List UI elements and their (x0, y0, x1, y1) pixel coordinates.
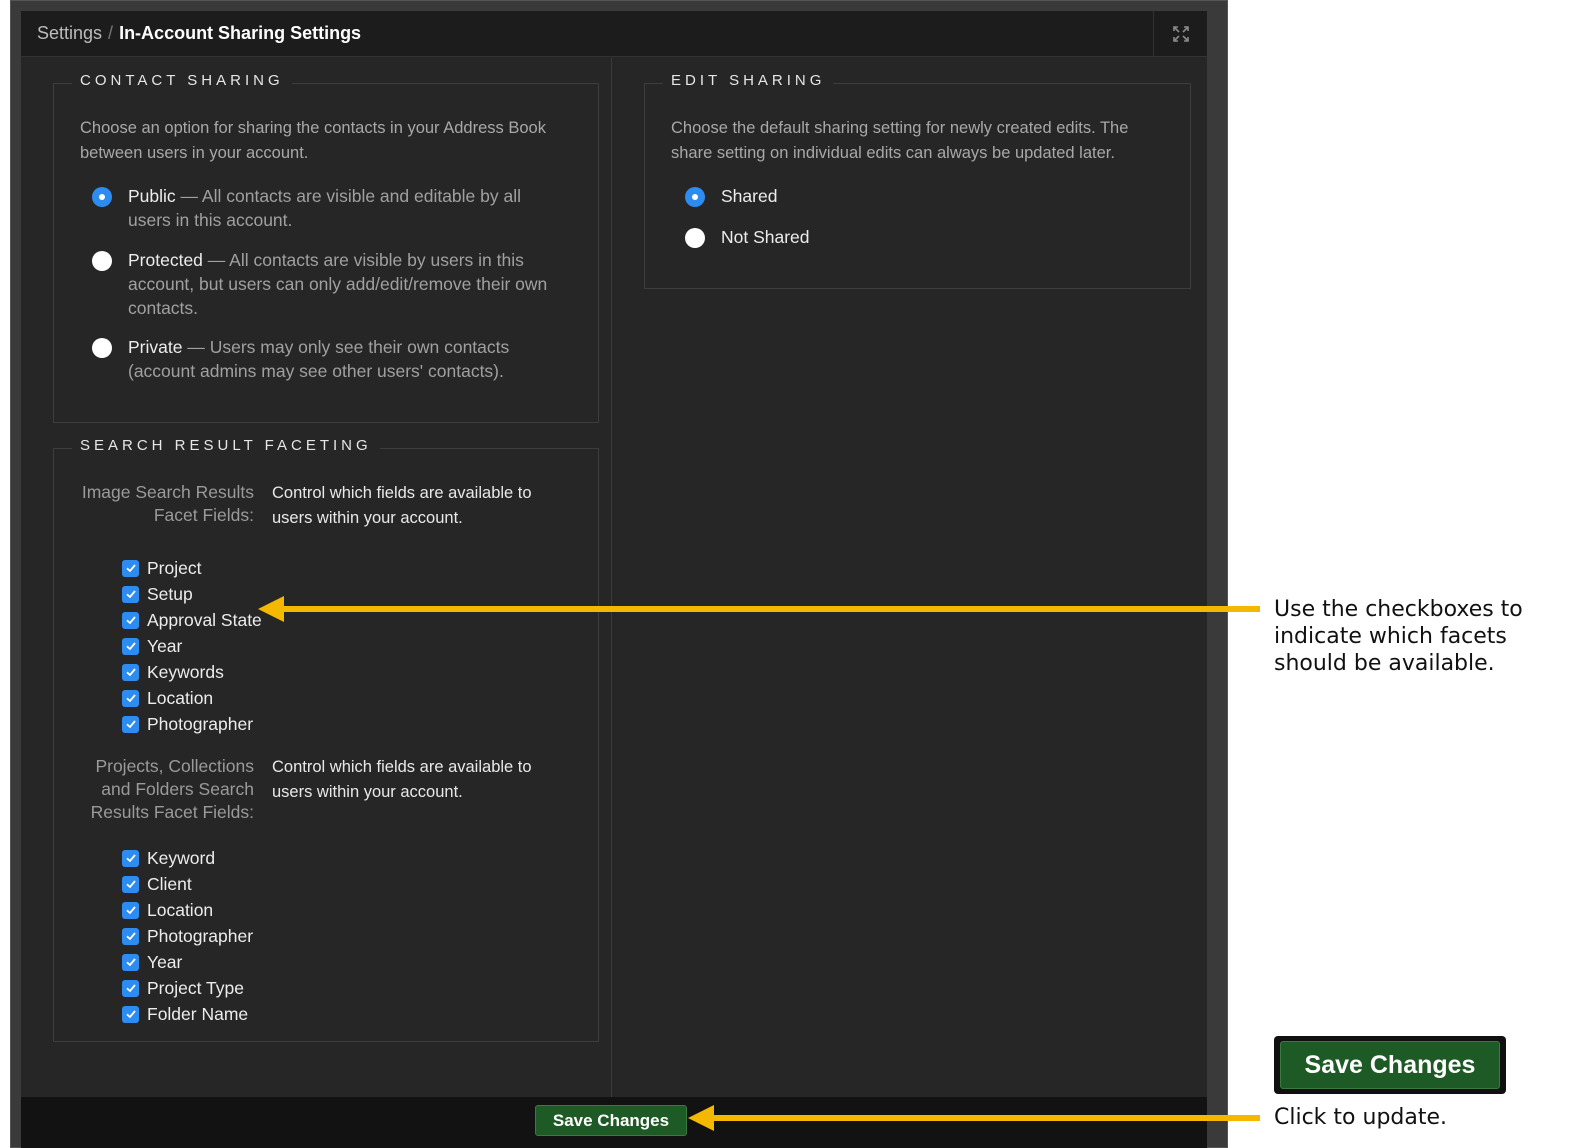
option-title: Not Shared (721, 227, 810, 247)
radio-private[interactable] (92, 338, 112, 358)
facet-checkbox-label: Setup (147, 583, 193, 604)
radio-not-shared[interactable] (685, 228, 705, 248)
project-facet-description: Control which fields are available to us… (272, 758, 532, 801)
expand-arrows-icon (1172, 26, 1189, 42)
save-button-example-label: Save Changes (1280, 1041, 1500, 1089)
facet-checkbox-year[interactable]: Year (122, 635, 182, 657)
checkmark-icon[interactable] (122, 849, 139, 867)
facet-checkbox-label: Project Type (147, 977, 244, 998)
facet-checkbox-label: Year (147, 951, 183, 972)
checkmark-icon[interactable] (122, 1005, 139, 1023)
facet-checkbox-label: Client (147, 873, 192, 894)
expand-button[interactable] (1153, 11, 1207, 57)
footer-bar: Save Changes (21, 1097, 1207, 1148)
image-facet-description: Control which fields are available to us… (272, 484, 532, 527)
facet-checkbox-photographer[interactable]: Photographer (122, 925, 253, 947)
checkmark-icon[interactable] (122, 559, 139, 577)
search-faceting-section: SEARCH RESULT FACETING Image Search Resu… (53, 437, 599, 1042)
checkmark-icon[interactable] (122, 637, 139, 655)
facet-checkbox-label: Keyword (147, 847, 216, 868)
save-button-example: Save Changes (1274, 1036, 1506, 1094)
option-description: — All contacts are visible and editable … (128, 186, 521, 230)
checkmark-icon[interactable] (122, 611, 139, 629)
facet-checkbox-label: Folder Name (147, 1003, 249, 1024)
contact-sharing-section: CONTACT SHARING Choose an option for sha… (53, 72, 599, 423)
settings-panel: Settings / In-Account Sharing Settings C… (21, 11, 1207, 1148)
edit-sharing-description: Choose the default sharing setting for n… (671, 119, 1129, 162)
radio-protected[interactable] (92, 251, 112, 271)
breadcrumb: Settings / In-Account Sharing Settings (21, 11, 1207, 57)
facet-checkbox-label: Photographer (147, 925, 254, 946)
facet-checkbox-keywords[interactable]: Keywords (122, 661, 224, 683)
facet-checkbox-location[interactable]: Location (122, 899, 213, 921)
facet-checkbox-location[interactable]: Location (122, 687, 213, 709)
option-title: Protected (128, 250, 203, 270)
checkmark-icon[interactable] (122, 715, 139, 733)
contact-sharing-legend: CONTACT SHARING (72, 72, 292, 89)
search-faceting-legend: SEARCH RESULT FACETING (72, 437, 380, 454)
breadcrumb-parent-link[interactable]: Settings (37, 23, 102, 44)
column-divider (611, 58, 612, 1098)
radio-shared[interactable] (685, 187, 705, 207)
edit-sharing-section: EDIT SHARING Choose the default sharing … (644, 72, 1191, 289)
facet-checkbox-label: Year (147, 635, 183, 656)
option-title: Shared (721, 186, 778, 206)
checkbox-callout: Use the checkboxes to indicate which fac… (1274, 597, 1523, 676)
checkmark-icon[interactable] (122, 585, 139, 603)
facet-checkbox-client[interactable]: Client (122, 873, 192, 895)
facet-checkbox-project-type[interactable]: Project Type (122, 977, 244, 999)
checkmark-icon[interactable] (122, 875, 139, 893)
breadcrumb-separator: / (108, 23, 114, 43)
option-title: Public (128, 186, 176, 206)
facet-checkbox-folder-name[interactable]: Folder Name (122, 1003, 248, 1025)
checkmark-icon[interactable] (122, 901, 139, 919)
facet-checkbox-label: Keywords (147, 661, 224, 682)
option-title: Private (128, 337, 183, 357)
page-title: In-Account Sharing Settings (119, 23, 362, 43)
facet-checkbox-project[interactable]: Project (122, 557, 201, 579)
facet-checkbox-year[interactable]: Year (122, 951, 182, 973)
option-description: — Users may only see their own contacts … (128, 337, 510, 381)
app-window: Settings / In-Account Sharing Settings C… (10, 0, 1228, 1148)
edit-sharing-legend: EDIT SHARING (663, 72, 834, 89)
facet-checkbox-setup[interactable]: Setup (122, 583, 193, 605)
checkmark-icon[interactable] (122, 663, 139, 681)
radio-public[interactable] (92, 187, 112, 207)
save-changes-button[interactable]: Save Changes (535, 1105, 687, 1136)
facet-checkbox-label: Location (147, 687, 214, 708)
facet-checkbox-keyword[interactable]: Keyword (122, 847, 215, 869)
facet-checkbox-label: Location (147, 899, 214, 920)
checkmark-icon[interactable] (122, 979, 139, 997)
facet-checkbox-label: Project (147, 557, 202, 578)
checkmark-icon[interactable] (122, 953, 139, 971)
facet-checkbox-label: Photographer (147, 713, 254, 734)
contact-sharing-description: Choose an option for sharing the contact… (80, 119, 546, 162)
image-facet-label: Image Search Results Facet Fields: (81, 482, 254, 525)
facet-checkbox-label: Approval State (147, 609, 262, 630)
facet-checkbox-photographer[interactable]: Photographer (122, 713, 253, 735)
checkmark-icon[interactable] (122, 927, 139, 945)
facet-checkbox-approval-state[interactable]: Approval State (122, 609, 262, 631)
project-facet-label: Projects, Collections and Folders Search… (90, 756, 254, 822)
checkmark-icon[interactable] (122, 689, 139, 707)
save-callout: Click to update. (1274, 1105, 1448, 1130)
